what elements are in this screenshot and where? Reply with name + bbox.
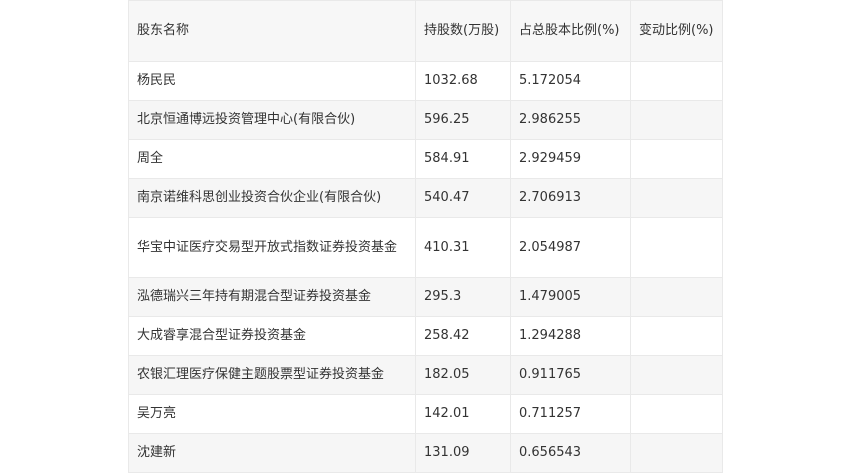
cell-shares-held: 1032.68 bbox=[415, 61, 511, 101]
cell-shareholder-name: 杨民民 bbox=[128, 61, 416, 101]
cell-shares-held: 182.05 bbox=[415, 355, 511, 395]
table-row: 华宝中证医疗交易型开放式指数证券投资基金 410.31 2.054987 bbox=[128, 217, 723, 278]
shareholder-table-container: 股东名称 持股数(万股) 占总股本比例(%) 变动比例(%) 杨民民 1032.… bbox=[128, 0, 723, 473]
cell-share-ratio: 2.929459 bbox=[510, 139, 631, 179]
cell-shareholder-name: 吴万亮 bbox=[128, 394, 416, 434]
cell-shareholder-name: 沈建新 bbox=[128, 433, 416, 473]
cell-change-ratio bbox=[630, 277, 723, 317]
table-row: 农银汇理医疗保健主题股票型证券投资基金 182.05 0.911765 bbox=[128, 355, 723, 395]
header-shares-held: 持股数(万股) bbox=[415, 0, 511, 62]
cell-change-ratio bbox=[630, 139, 723, 179]
header-share-ratio: 占总股本比例(%) bbox=[510, 0, 631, 62]
table-row: 北京恒通博远投资管理中心(有限合伙) 596.25 2.986255 bbox=[128, 100, 723, 140]
cell-shares-held: 596.25 bbox=[415, 100, 511, 140]
cell-change-ratio bbox=[630, 316, 723, 356]
cell-shareholder-name: 农银汇理医疗保健主题股票型证券投资基金 bbox=[128, 355, 416, 395]
cell-share-ratio: 5.172054 bbox=[510, 61, 631, 101]
shareholder-table: 股东名称 持股数(万股) 占总股本比例(%) 变动比例(%) 杨民民 1032.… bbox=[128, 0, 723, 473]
cell-shares-held: 131.09 bbox=[415, 433, 511, 473]
cell-shareholder-name: 华宝中证医疗交易型开放式指数证券投资基金 bbox=[128, 217, 416, 278]
cell-shareholder-name: 泓德瑞兴三年持有期混合型证券投资基金 bbox=[128, 277, 416, 317]
cell-share-ratio: 1.294288 bbox=[510, 316, 631, 356]
table-row: 周全 584.91 2.929459 bbox=[128, 139, 723, 179]
cell-change-ratio bbox=[630, 100, 723, 140]
table-row: 沈建新 131.09 0.656543 bbox=[128, 433, 723, 473]
cell-change-ratio bbox=[630, 433, 723, 473]
cell-share-ratio: 2.054987 bbox=[510, 217, 631, 278]
cell-shares-held: 258.42 bbox=[415, 316, 511, 356]
cell-share-ratio: 0.711257 bbox=[510, 394, 631, 434]
cell-change-ratio bbox=[630, 394, 723, 434]
table-row: 杨民民 1032.68 5.172054 bbox=[128, 61, 723, 101]
table-row: 吴万亮 142.01 0.711257 bbox=[128, 394, 723, 434]
cell-shares-held: 142.01 bbox=[415, 394, 511, 434]
cell-change-ratio bbox=[630, 217, 723, 278]
header-change-ratio: 变动比例(%) bbox=[630, 0, 723, 62]
cell-shareholder-name: 周全 bbox=[128, 139, 416, 179]
cell-share-ratio: 0.911765 bbox=[510, 355, 631, 395]
cell-change-ratio bbox=[630, 178, 723, 218]
cell-share-ratio: 0.656543 bbox=[510, 433, 631, 473]
cell-shares-held: 295.3 bbox=[415, 277, 511, 317]
table-row: 大成睿享混合型证券投资基金 258.42 1.294288 bbox=[128, 316, 723, 356]
cell-share-ratio: 2.706913 bbox=[510, 178, 631, 218]
cell-shares-held: 584.91 bbox=[415, 139, 511, 179]
cell-share-ratio: 2.986255 bbox=[510, 100, 631, 140]
table-header-row: 股东名称 持股数(万股) 占总股本比例(%) 变动比例(%) bbox=[128, 0, 723, 62]
table-row: 南京诺维科思创业投资合伙企业(有限合伙) 540.47 2.706913 bbox=[128, 178, 723, 218]
cell-change-ratio bbox=[630, 61, 723, 101]
cell-share-ratio: 1.479005 bbox=[510, 277, 631, 317]
cell-shareholder-name: 北京恒通博远投资管理中心(有限合伙) bbox=[128, 100, 416, 140]
cell-shareholder-name: 大成睿享混合型证券投资基金 bbox=[128, 316, 416, 356]
header-shareholder-name: 股东名称 bbox=[128, 0, 416, 62]
cell-shares-held: 410.31 bbox=[415, 217, 511, 278]
table-row: 泓德瑞兴三年持有期混合型证券投资基金 295.3 1.479005 bbox=[128, 277, 723, 317]
cell-shareholder-name: 南京诺维科思创业投资合伙企业(有限合伙) bbox=[128, 178, 416, 218]
cell-change-ratio bbox=[630, 355, 723, 395]
cell-shares-held: 540.47 bbox=[415, 178, 511, 218]
